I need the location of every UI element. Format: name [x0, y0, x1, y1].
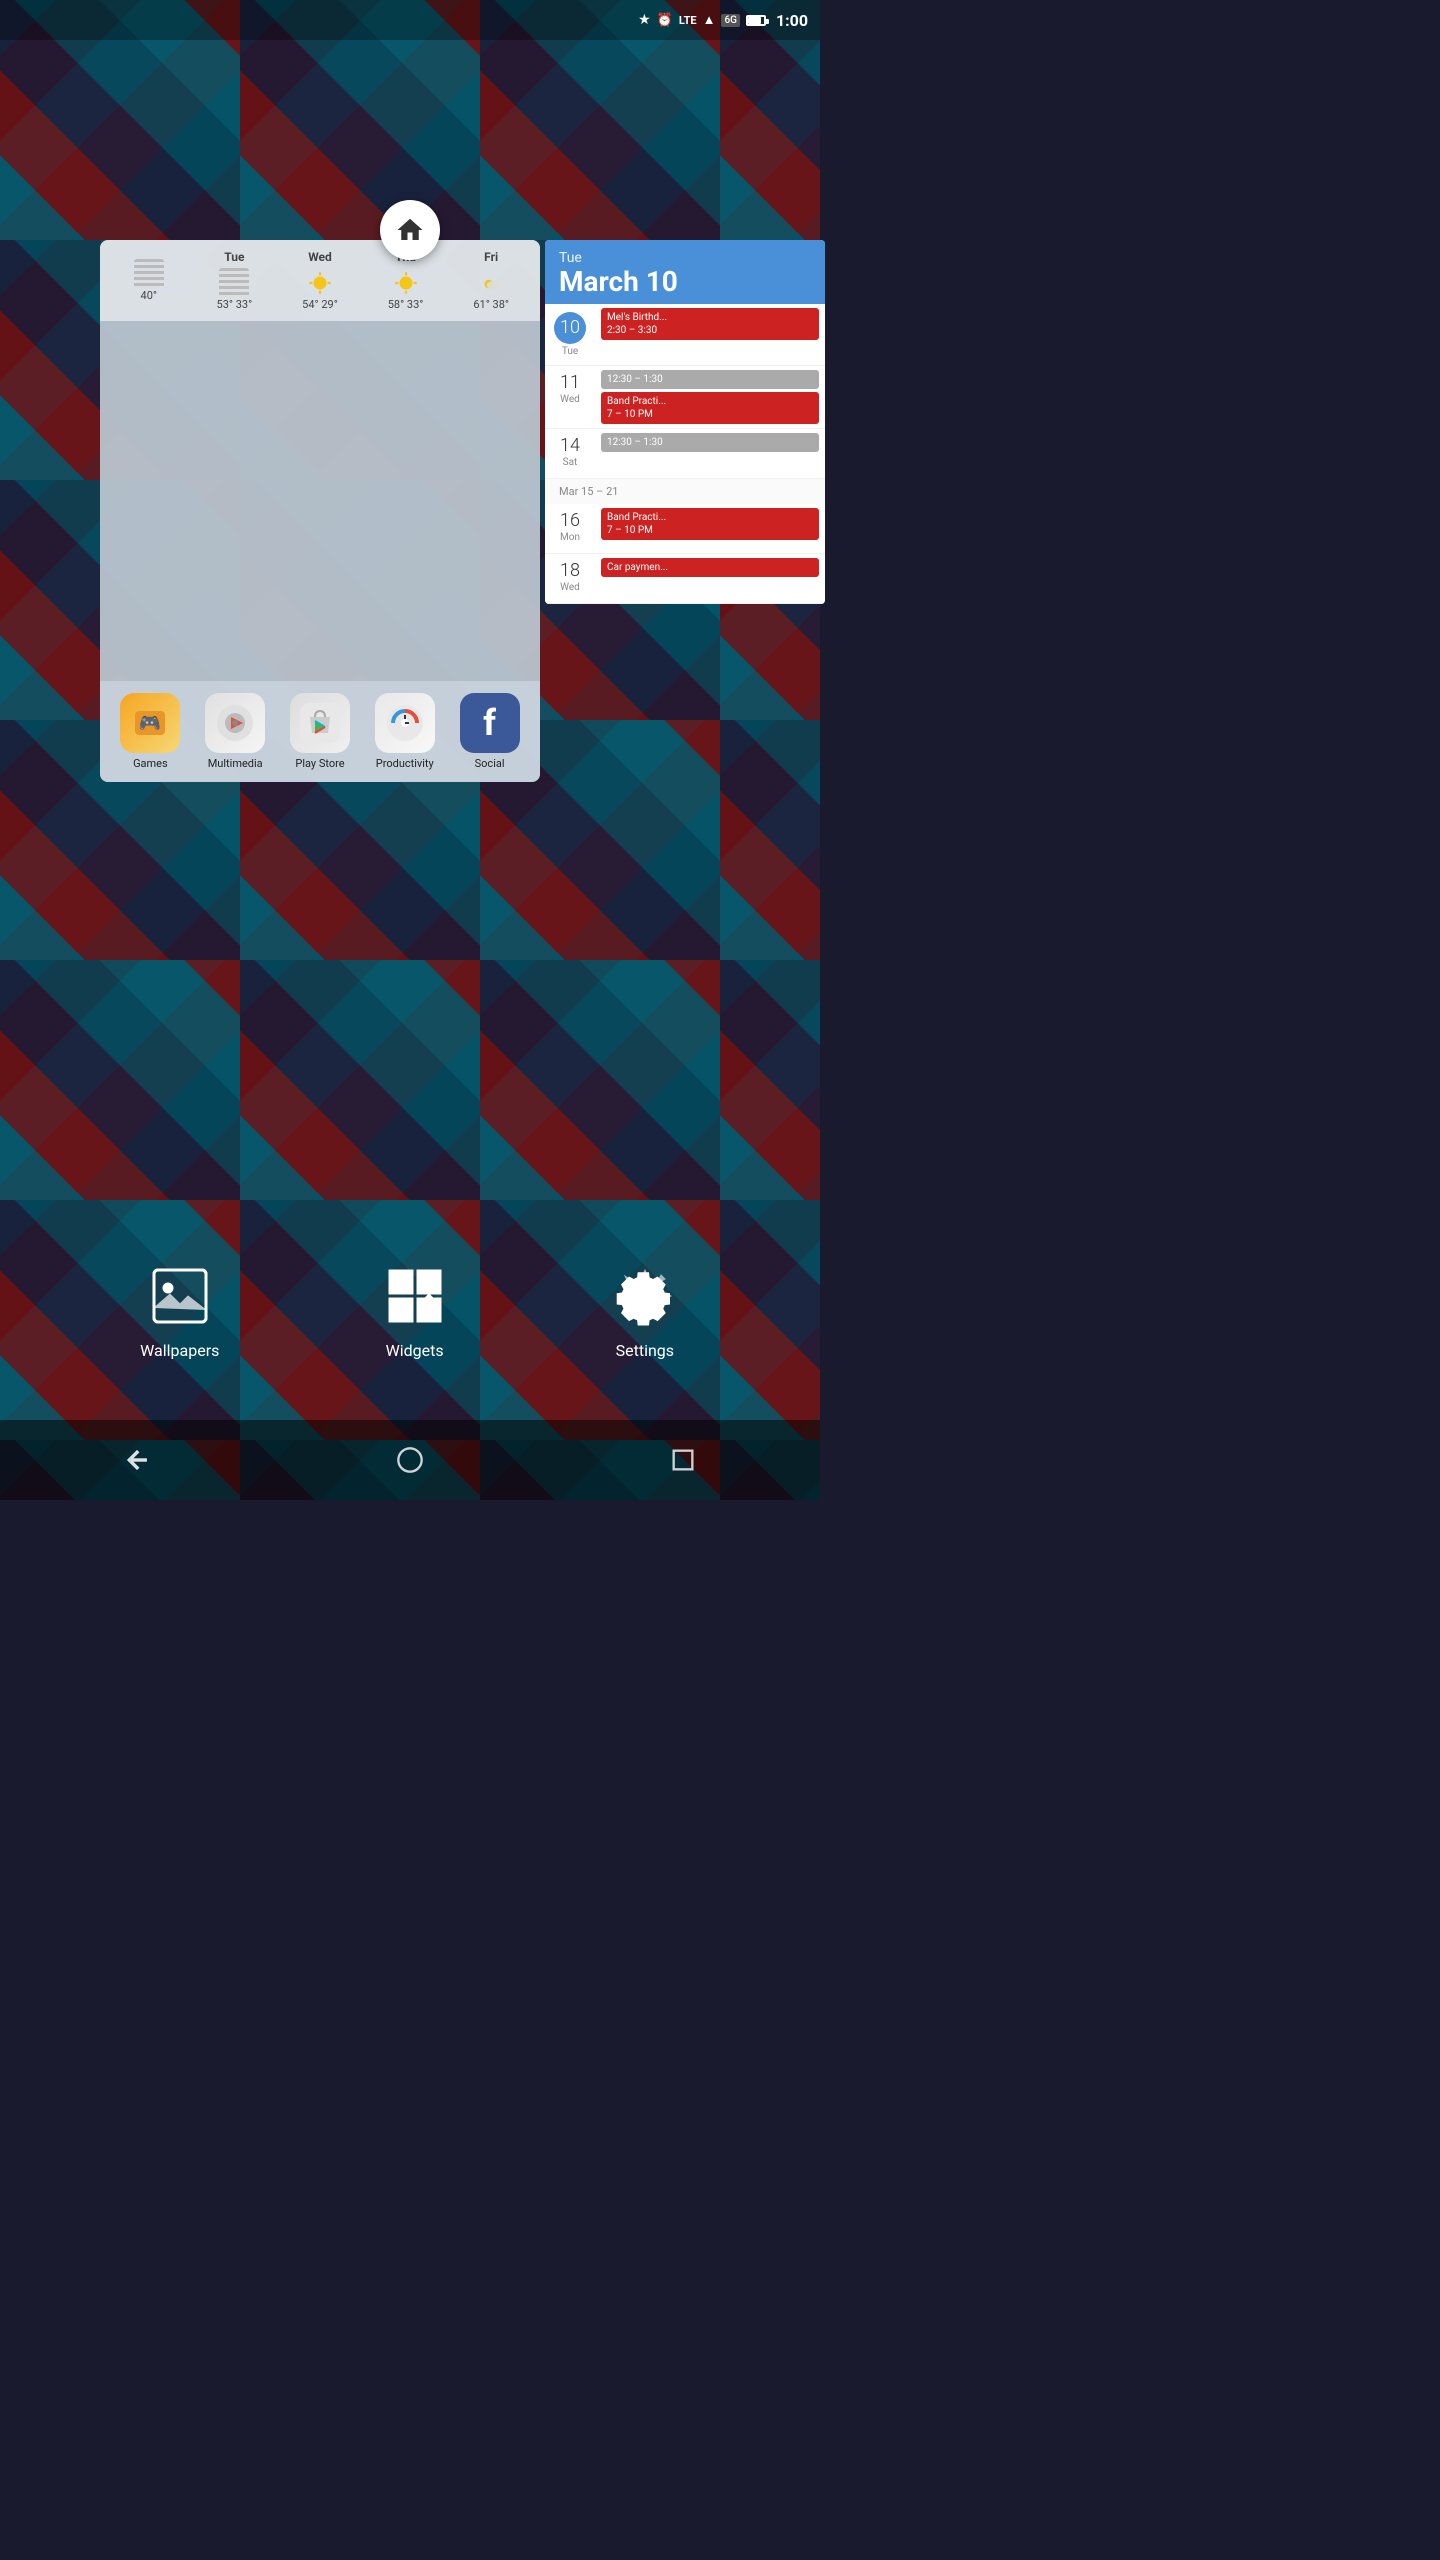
calendar-date-18: 18 Wed — [545, 554, 595, 603]
weather-day-fri: Fri 61° 38° — [450, 250, 532, 311]
calendar-events-10: Mel's Birthd... 2:30 – 3:30 — [595, 304, 825, 365]
calendar-date-10: 10 Tue — [545, 304, 595, 365]
calendar-events-14: 12:30 – 1:30 — [595, 429, 825, 478]
settings-icon — [610, 1261, 680, 1331]
wallpapers-label: Wallpapers — [140, 1341, 219, 1360]
settings-option[interactable]: Settings — [610, 1261, 680, 1360]
wallpapers-option[interactable]: Wallpapers — [140, 1261, 219, 1360]
calendar-row-14: 14 Sat 12:30 – 1:30 — [545, 429, 825, 479]
weather-today-temp: 40° — [141, 289, 157, 302]
calendar-event-11-gray: 12:30 – 1:30 — [601, 370, 819, 389]
calendar-header-day: Tue — [559, 250, 811, 266]
calendar-event-car: Car paymen... — [601, 558, 819, 577]
weather-wed-name: Wed — [308, 250, 332, 264]
games-label: Games — [133, 757, 168, 770]
weather-fri-temps: 61° 38° — [473, 298, 509, 311]
nav-recents-button[interactable] — [658, 1435, 708, 1485]
app-icon-productivity[interactable]: Productivity — [375, 693, 435, 770]
weather-fri-icon — [476, 268, 506, 298]
social-label: Social — [475, 757, 505, 770]
weather-wed-temps: 54° 29° — [302, 298, 338, 311]
calendar-events-16: Band Practi... 7 – 10 PM — [595, 504, 825, 553]
app-drawer-area — [100, 321, 540, 681]
calendar-event-mel: Mel's Birthd... 2:30 – 3:30 — [601, 308, 819, 340]
status-bar: ★ ⏰ LTE ▲ 6G 1:00 — [0, 0, 820, 40]
calendar-date-16: 16 Mon — [545, 504, 595, 553]
calendar-date-14: 14 Sat — [545, 429, 595, 478]
wallpapers-svg — [150, 1266, 210, 1326]
calendar-row-18: 18 Wed Car paymen... — [545, 554, 825, 604]
nav-home-button[interactable] — [385, 1435, 435, 1485]
signal-icon: ▲ — [703, 12, 716, 28]
home-pin-button[interactable] — [380, 200, 440, 260]
app-icon-multimedia[interactable]: Multimedia — [205, 693, 265, 770]
calendar-date-11: 11 Wed — [545, 366, 595, 428]
multimedia-label: Multimedia — [208, 757, 263, 770]
settings-svg — [615, 1266, 675, 1326]
app-icon-playstore[interactable]: Play Store — [290, 693, 350, 770]
widgets-label: Widgets — [386, 1341, 444, 1360]
nav-home-icon — [396, 1446, 424, 1474]
wallpapers-icon — [145, 1261, 215, 1331]
productivity-label: Productivity — [376, 757, 434, 770]
calendar-row-11: 11 Wed 12:30 – 1:30 Band Practi... 7 – 1… — [545, 366, 825, 429]
weather-wed-icon — [305, 268, 335, 298]
left-panel: 40° Tue 53° 33° Wed 54° 29° Thu 58° 33° — [100, 240, 540, 782]
weather-widget: 40° Tue 53° 33° Wed 54° 29° Thu 58° 33° — [100, 240, 540, 321]
battery-icon — [746, 15, 766, 26]
status-time: 1:00 — [776, 11, 808, 30]
alarm-icon: ⏰ — [657, 13, 673, 28]
playstore-icon — [290, 693, 350, 753]
calendar-widget: Tue March 10 10 Tue Mel's Birthd... 2:30… — [545, 240, 825, 604]
lte-icon: LTE — [679, 14, 697, 27]
calendar-event-band-11: Band Practi... 7 – 10 PM — [601, 392, 819, 424]
calendar-row-10: 10 Tue Mel's Birthd... 2:30 – 3:30 — [545, 304, 825, 366]
weather-today-icon — [134, 259, 164, 289]
back-icon — [123, 1446, 151, 1474]
navigation-bar — [0, 1420, 820, 1500]
productivity-icon — [375, 693, 435, 753]
weather-thu-temps: 58° 33° — [388, 298, 424, 311]
weather-day-tue: Tue 53° 33° — [194, 250, 276, 311]
app-icon-games[interactable]: 🎮 Games — [120, 693, 180, 770]
widgets-svg — [385, 1266, 445, 1326]
settings-label: Settings — [616, 1341, 674, 1360]
calendar-event-band-16: Band Practi... 7 – 10 PM — [601, 508, 819, 540]
bottom-options: Wallpapers Widgets Settings — [0, 1241, 820, 1380]
home-pin-icon — [395, 215, 425, 245]
widgets-option[interactable]: Widgets — [380, 1261, 450, 1360]
weather-thu-icon — [391, 268, 421, 298]
app-icons-row: 🎮 Games Multimedia — [100, 681, 540, 782]
calendar-body: 10 Tue Mel's Birthd... 2:30 – 3:30 11 We… — [545, 304, 825, 604]
weather-today: 40° — [108, 259, 190, 302]
status-icons: ★ ⏰ LTE ▲ 6G 1:00 — [638, 11, 808, 30]
calendar-week-label: Mar 15 – 21 — [545, 479, 825, 504]
calendar-events-18: Car paymen... — [595, 554, 825, 603]
games-icon: 🎮 — [120, 693, 180, 753]
bluetooth-icon: ★ — [638, 12, 651, 28]
svg-text:🎮: 🎮 — [139, 713, 161, 734]
calendar-header-date: March 10 — [559, 268, 811, 296]
weather-tue-icon — [219, 268, 249, 298]
calendar-events-11: 12:30 – 1:30 Band Practi... 7 – 10 PM — [595, 366, 825, 428]
calendar-event-14-gray: 12:30 – 1:30 — [601, 433, 819, 452]
nav-back-button[interactable] — [112, 1435, 162, 1485]
multimedia-icon — [205, 693, 265, 753]
playstore-label: Play Store — [295, 757, 344, 770]
weather-day-wed: Wed 54° 29° — [279, 250, 361, 311]
calendar-header: Tue March 10 — [545, 240, 825, 304]
network-icon: 6G — [721, 14, 740, 27]
recents-icon — [669, 1446, 697, 1474]
app-icon-social[interactable]: f Social — [460, 693, 520, 770]
weather-fri-name: Fri — [484, 250, 498, 264]
weather-tue-temps: 53° 33° — [217, 298, 253, 311]
widgets-icon — [380, 1261, 450, 1331]
calendar-row-16: 16 Mon Band Practi... 7 – 10 PM — [545, 504, 825, 554]
weather-tue-name: Tue — [224, 250, 244, 264]
social-icon: f — [460, 693, 520, 753]
